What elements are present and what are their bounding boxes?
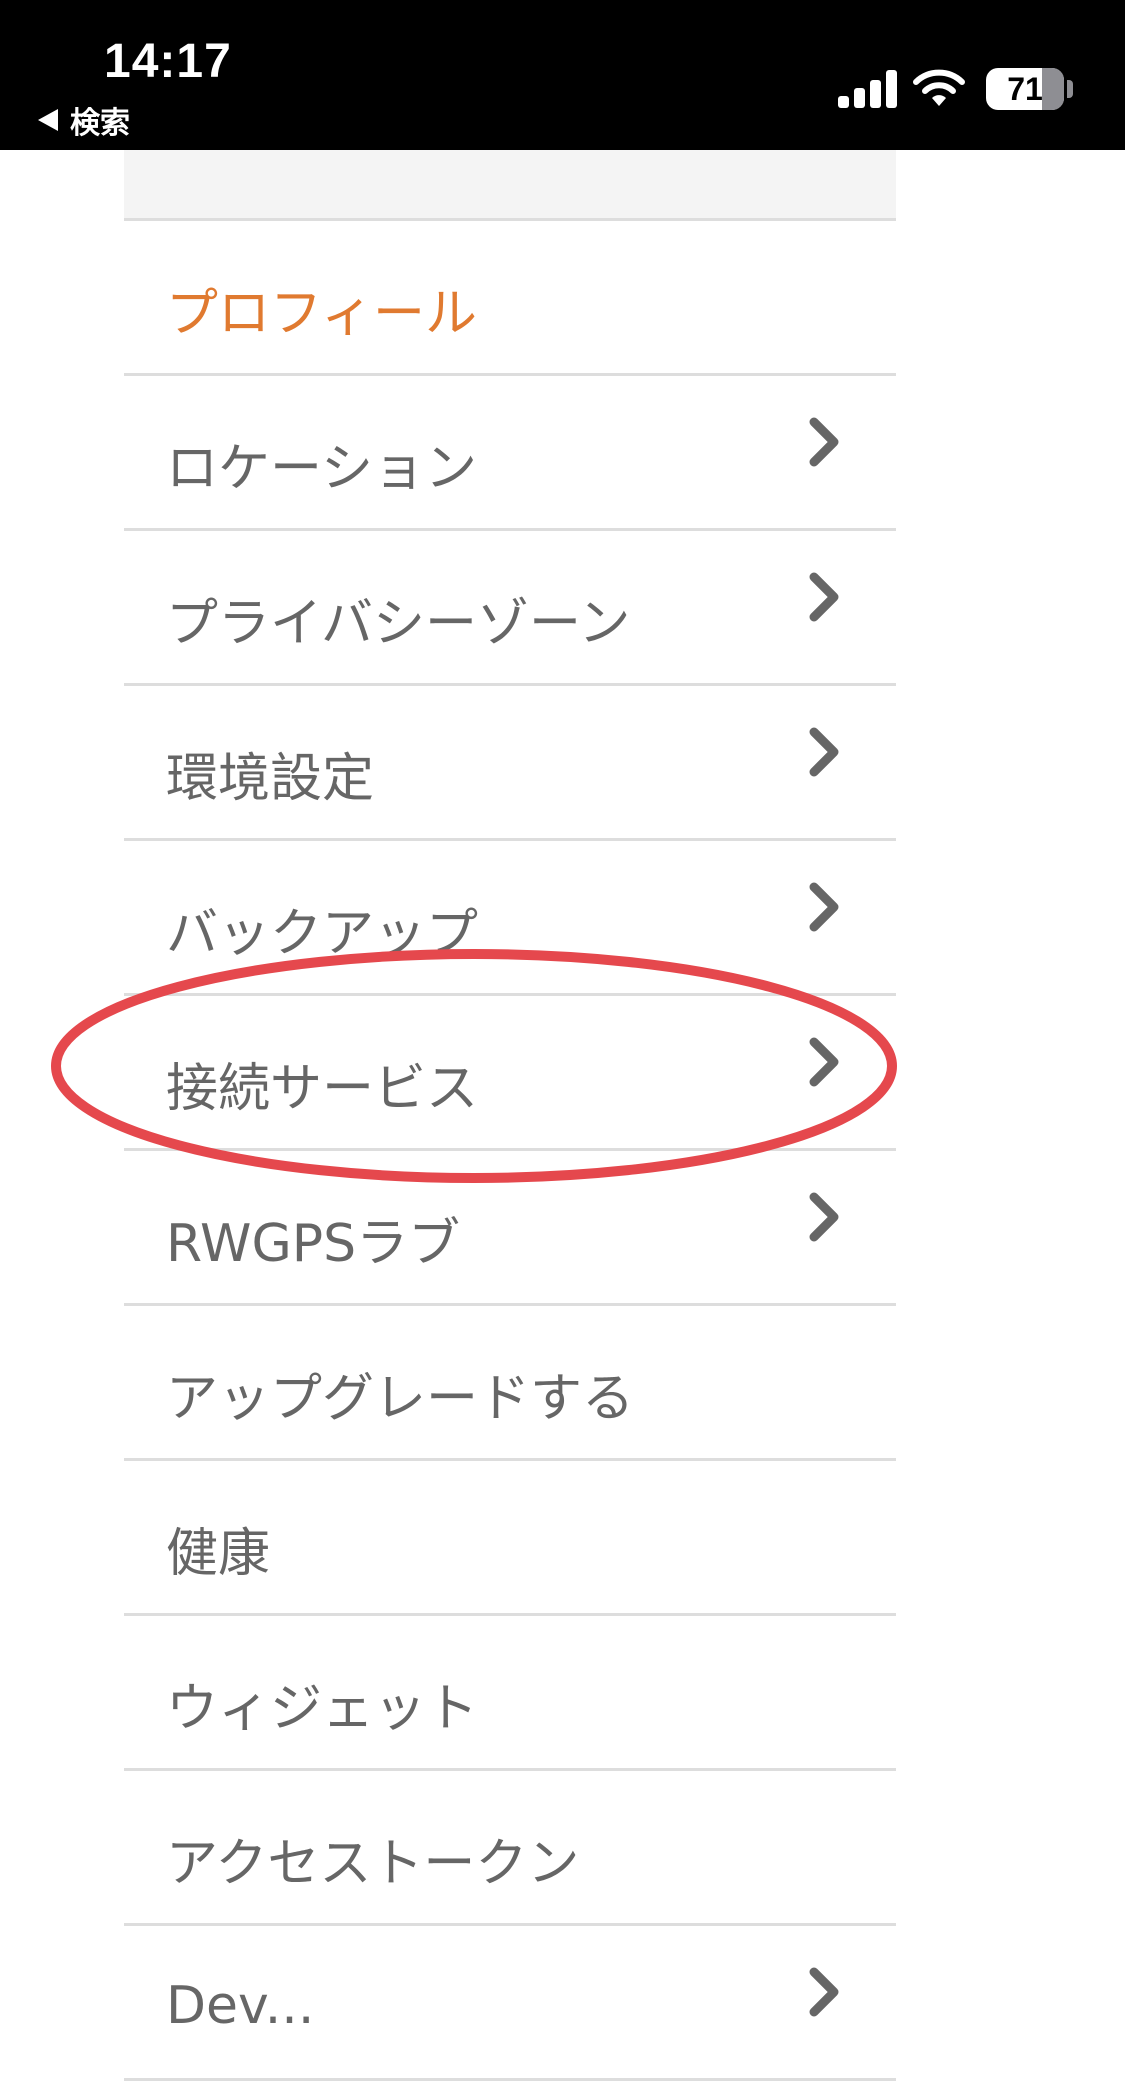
menu-item-label: 環境設定 xyxy=(166,749,375,809)
menu-item-label: プロフィール xyxy=(166,284,477,344)
menu-item-developer[interactable]: Dev... xyxy=(124,1926,896,2081)
status-bar: 14:17 検索 71 xyxy=(0,0,1125,150)
menu-item-label: バックアップ xyxy=(166,904,479,964)
menu-item-preferences[interactable]: 環境設定 xyxy=(124,686,896,841)
menu-item-backup[interactable]: バックアップ xyxy=(124,841,896,996)
back-arrow-icon xyxy=(38,109,58,131)
menu-item-label: 健康 xyxy=(166,1524,271,1584)
menu-item-label: アクセストークン xyxy=(166,1834,580,1894)
battery-level: 71 xyxy=(1007,71,1043,107)
menu-item-health[interactable]: 健康 xyxy=(124,1461,896,1616)
menu-item-label: Dev... xyxy=(166,1976,315,2036)
battery-icon: 71 xyxy=(986,68,1064,110)
menu-item-label: アップグレードする xyxy=(166,1369,635,1429)
chevron-right-icon xyxy=(809,417,839,467)
chevron-right-icon xyxy=(809,727,839,777)
menu-item-connected-services[interactable]: 接続サービス xyxy=(124,996,896,1151)
menu-item-profile[interactable]: プロフィール xyxy=(124,221,896,376)
chevron-right-icon xyxy=(809,882,839,932)
chevron-right-icon xyxy=(809,1967,839,2017)
back-link-label: 検索 xyxy=(70,106,130,141)
menu-item-upgrade[interactable]: アップグレードする xyxy=(124,1306,896,1461)
menu-item-access-tokens[interactable]: アクセストークン xyxy=(124,1771,896,1926)
battery-cap xyxy=(1067,80,1073,98)
settings-menu: プロフィール ロケーション プライバシーゾーン 環境設定 バックアップ 接続サー… xyxy=(124,150,896,2081)
menu-item-privacy-zones[interactable]: プライバシーゾーン xyxy=(124,531,896,686)
menu-item-label: ウィジェット xyxy=(166,1679,479,1739)
menu-header xyxy=(124,150,896,221)
wifi-icon xyxy=(913,69,965,106)
chevron-right-icon xyxy=(809,572,839,622)
menu-item-label: プライバシーゾーン xyxy=(166,594,631,654)
menu-item-rwgps-love[interactable]: RWGPSラブ xyxy=(124,1151,896,1306)
menu-item-label: RWGPSラブ xyxy=(166,1214,461,1274)
menu-item-location[interactable]: ロケーション xyxy=(124,376,896,531)
chevron-right-icon xyxy=(809,1192,839,1242)
menu-item-label: ロケーション xyxy=(166,439,477,499)
menu-item-widgets[interactable]: ウィジェット xyxy=(124,1616,896,1771)
status-time: 14:17 xyxy=(104,35,232,88)
back-to-search-link[interactable]: 検索 xyxy=(38,100,130,141)
menu-item-label: 接続サービス xyxy=(166,1059,479,1119)
chevron-right-icon xyxy=(809,1037,839,1087)
cellular-signal-icon xyxy=(838,70,900,108)
